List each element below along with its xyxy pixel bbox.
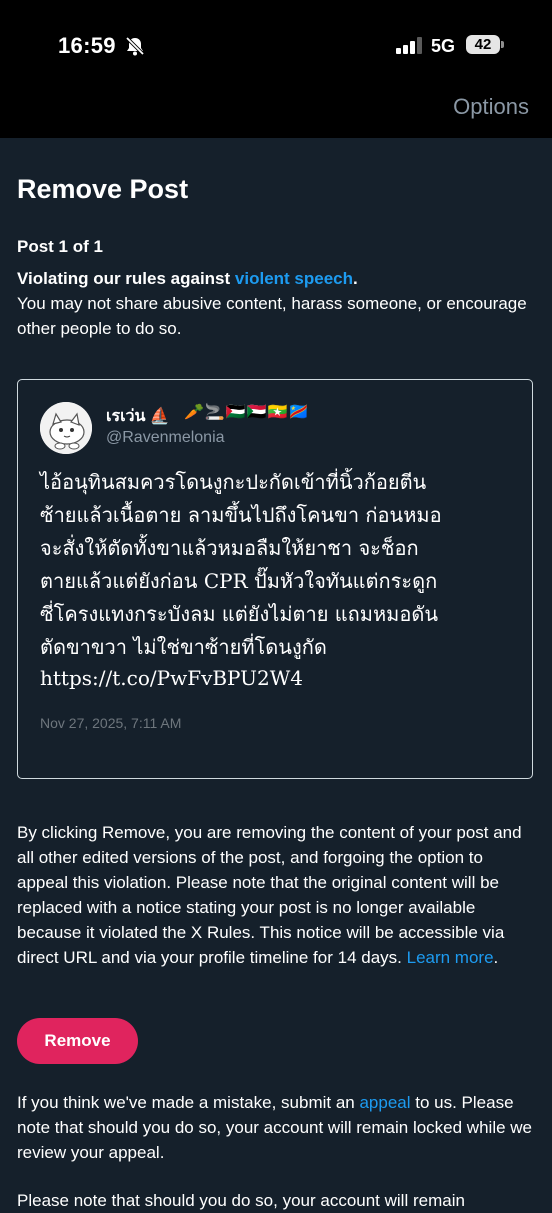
page-title: Remove Post [17, 174, 189, 204]
cat-avatar-icon [40, 402, 92, 454]
status-time: 16:59 [58, 33, 116, 58]
network-type: 5G [431, 36, 456, 56]
appeal-note: If you think we've made a mistake, submi… [17, 1090, 535, 1165]
tweet-timestamp: Nov 27, 2025, 7:11 AM [40, 715, 182, 731]
notice-text: By clicking Remove, you are removing the… [17, 823, 522, 967]
violent-speech-link[interactable]: violent speech [235, 269, 353, 288]
battery-level: 42 [466, 35, 500, 54]
appeal-prefix: If you think we've made a mistake, submi… [17, 1093, 360, 1112]
rule-detail: You may not share abusive content, haras… [17, 294, 527, 338]
cutoff-text: Please note that should you do so, your … [17, 1191, 465, 1210]
learn-more-link[interactable]: Learn more [407, 948, 494, 967]
status-bar: 16:59 5G 42 [0, 0, 552, 90]
removal-notice: By clicking Remove, you are removing the… [17, 820, 535, 970]
user-handle[interactable]: @Ravenmelonia [106, 429, 225, 447]
tweet-link[interactable]: https://t.co/PwFvBPU2W4 [40, 666, 303, 690]
avatar[interactable] [40, 402, 92, 454]
appeal-link[interactable]: appeal [359, 1093, 410, 1112]
bell-slash-icon [125, 36, 145, 56]
battery-cap-icon [501, 41, 504, 48]
rule-prefix: Violating our rules against [17, 269, 235, 288]
signal-icon [396, 37, 422, 54]
notice-suffix: . [493, 948, 499, 967]
remove-button[interactable]: Remove [17, 1018, 138, 1064]
rule-violation: Violating our rules against violent spee… [17, 266, 537, 341]
tweet-card: เรเว่น ⛵ 🥕🚬🇵🇸🇸🇩🇲🇲🇨🇩 @Ravenmelonia ไอ้อนุ… [17, 379, 533, 779]
options-button[interactable]: Options [453, 94, 529, 120]
display-name-emojis: 🥕🚬🇵🇸🇸🇩🇲🇲🇨🇩 [184, 404, 310, 421]
post-count: Post 1 of 1 [17, 237, 103, 256]
display-name[interactable]: เรเว่น ⛵ [106, 404, 170, 429]
rule-suffix: . [353, 269, 358, 288]
tweet-text: ไอ้อนุทินสมควรโดนงูกะปะกัดเข้าที่นิ้วก้อ… [40, 470, 442, 659]
